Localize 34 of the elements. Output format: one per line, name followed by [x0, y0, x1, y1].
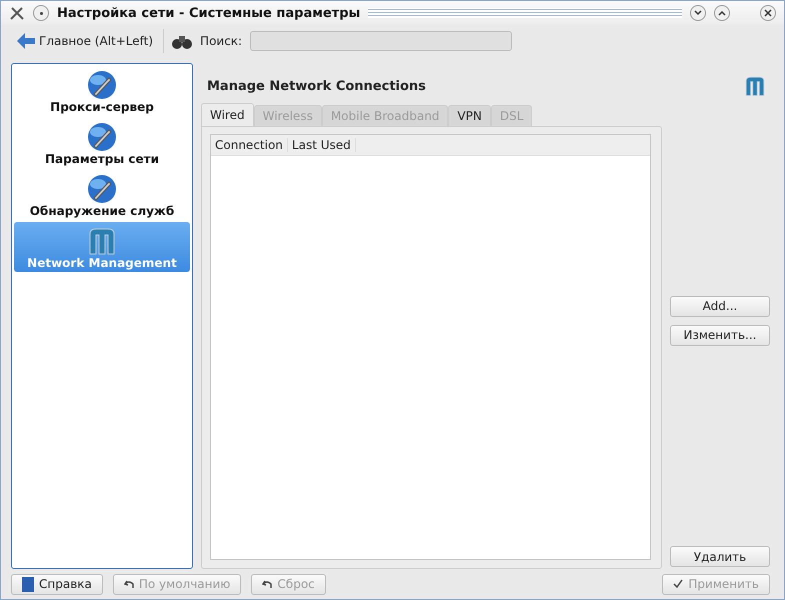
column-header[interactable]: Last Used	[288, 138, 356, 152]
back-arrow-icon	[17, 33, 35, 49]
dialog-button[interactable]: Удалить	[670, 546, 770, 567]
minimize-button[interactable]	[690, 5, 706, 21]
checkmark-icon	[673, 579, 684, 589]
chevron-down-icon	[694, 10, 702, 16]
wrench-globe-icon	[87, 122, 117, 152]
close-button[interactable]	[760, 5, 776, 21]
back-button[interactable]: Главное (Alt+Left)	[15, 31, 156, 51]
tab[interactable]: Wired	[201, 103, 254, 126]
undo-icon	[124, 579, 134, 589]
dialog-button[interactable]: Изменить...	[670, 324, 770, 346]
undo-icon	[262, 579, 272, 589]
network-logo-icon	[744, 75, 766, 97]
network-logo-icon	[87, 226, 117, 256]
window-title: Настройка сети - Системные параметры	[57, 6, 360, 20]
tab[interactable]: VPN	[448, 105, 491, 126]
chevron-up-icon	[718, 10, 726, 16]
category-item[interactable]: Обнаружение служб	[14, 170, 190, 220]
column-header[interactable]: Connection	[211, 138, 288, 152]
page-heading: Manage Network Connections	[207, 78, 426, 94]
help-button[interactable]: Справка	[11, 574, 103, 594]
search-label: Поиск:	[200, 34, 242, 48]
dot-icon	[40, 12, 42, 14]
search-field[interactable]	[250, 31, 512, 51]
menu-button[interactable]	[33, 5, 49, 21]
dialog-button[interactable]: Add...	[670, 296, 770, 316]
wrench-globe-icon	[87, 174, 117, 204]
wrench-globe-icon	[87, 70, 117, 100]
binoculars-icon	[172, 33, 192, 49]
category-item[interactable]: Параметры сети	[14, 118, 190, 168]
category-item[interactable]: Прокси-сервер	[14, 66, 190, 116]
close-icon	[764, 9, 772, 17]
maximize-button[interactable]	[714, 5, 730, 21]
